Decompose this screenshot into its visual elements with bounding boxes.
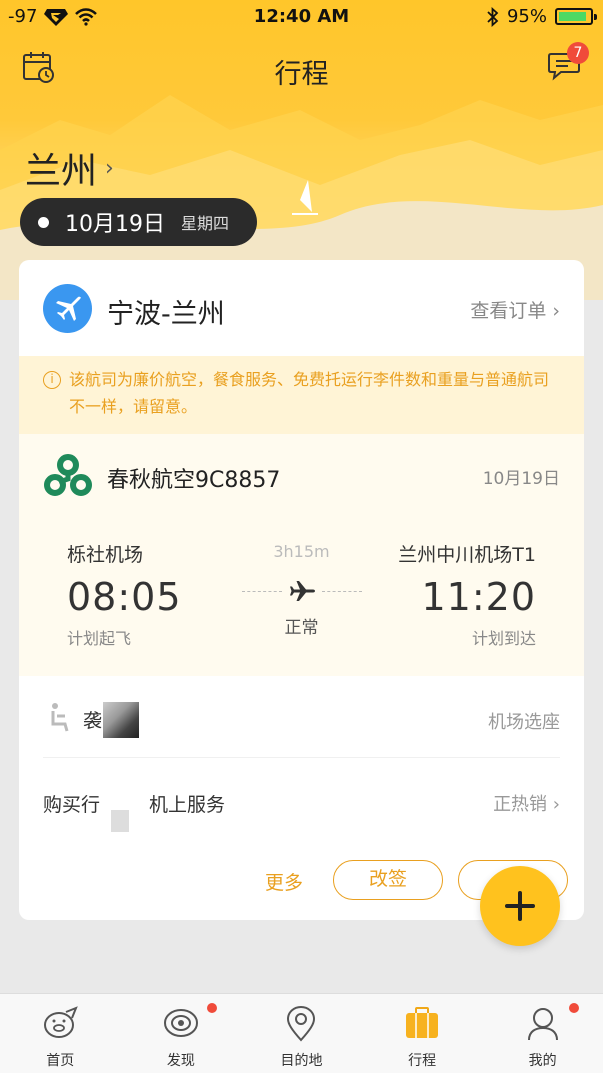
notification-dot bbox=[207, 1003, 218, 1013]
city-name: 兰州 bbox=[25, 151, 98, 192]
battery-percent: 95% bbox=[506, 6, 547, 27]
arrival-label: 计划到达 bbox=[471, 629, 536, 648]
tab-label: 首页 bbox=[46, 1053, 75, 1069]
page-title: 行程 bbox=[274, 59, 329, 90]
user-icon bbox=[527, 1008, 558, 1041]
airport-seat-selection: 机场选座 bbox=[488, 712, 560, 733]
tab-destination[interactable]: 目的地 bbox=[241, 994, 362, 1073]
info-icon: i bbox=[43, 371, 61, 389]
flight-date: 10月19日 bbox=[482, 469, 560, 489]
home-pig-icon bbox=[44, 1006, 79, 1038]
tab-label: 我的 bbox=[528, 1053, 557, 1069]
seat-row[interactable]: 袭 机场选座 bbox=[43, 678, 560, 758]
flight-details[interactable]: 春秋航空9C8857 10月19日 栎社机场 08:05 计划起飞 3h15m … bbox=[19, 434, 584, 676]
seat-row-label: 袭 bbox=[83, 710, 103, 732]
tab-trips[interactable]: 行程 bbox=[362, 994, 483, 1073]
flight-duration: 3h15m bbox=[273, 542, 330, 561]
location-pin-icon bbox=[287, 1006, 316, 1042]
view-order-label: 查看订单 bbox=[470, 300, 547, 322]
departure-label: 计划起飞 bbox=[67, 629, 132, 648]
tab-profile[interactable]: 我的 bbox=[482, 994, 603, 1073]
spring-airlines-logo-icon bbox=[44, 454, 92, 496]
hot-sale-link[interactable]: 正热销 › bbox=[493, 790, 560, 816]
tab-home[interactable]: 首页 bbox=[0, 994, 121, 1073]
tab-label: 目的地 bbox=[280, 1053, 323, 1069]
bluetooth-icon bbox=[487, 6, 499, 27]
message-badge: 7 bbox=[567, 42, 589, 64]
airline-flight-number: 春秋航空9C8857 bbox=[107, 468, 281, 493]
arrival-airport: 兰州中川机场T1 bbox=[398, 544, 536, 566]
low-cost-notice: i 该航司为廉价航空，餐食服务、免费托运行李件数和重量与普通航司不一样，请留意。 bbox=[19, 356, 584, 434]
chevron-right-icon: › bbox=[552, 300, 560, 322]
service-row-label-2: 机上服务 bbox=[149, 794, 226, 816]
more-button[interactable]: 更多 bbox=[265, 868, 303, 895]
tab-discover[interactable]: 发现 bbox=[121, 994, 242, 1073]
date-pill: 10月19日 星期四 bbox=[20, 198, 257, 246]
departure-time: 08:05 bbox=[67, 575, 182, 619]
nav-bar: 行程 7 bbox=[0, 42, 603, 94]
trip-weekday: 星期四 bbox=[181, 214, 230, 233]
arrival-time: 11:20 bbox=[421, 575, 536, 619]
change-ticket-button[interactable]: 改签 bbox=[333, 860, 443, 900]
status-bar: -97 12:40 AM 95% bbox=[0, 0, 603, 34]
view-order-link[interactable]: 查看订单 › bbox=[470, 296, 560, 323]
flight-status: 正常 bbox=[284, 618, 319, 638]
tab-label: 发现 bbox=[166, 1053, 195, 1069]
flight-path bbox=[229, 579, 374, 603]
trip-card: 宁波-兰州 查看订单 › i 该航司为廉价航空，餐食服务、免费托运行李件数和重量… bbox=[19, 260, 584, 920]
suitcase-icon bbox=[406, 1007, 439, 1038]
arrival-block: 兰州中川机场T1 11:20 计划到达 bbox=[398, 540, 536, 649]
messages-button[interactable]: 7 bbox=[547, 42, 589, 86]
seat-icon bbox=[51, 703, 69, 732]
notice-text: 该航司为廉价航空，餐食服务、免费托运行李件数和重量与普通航司不一样，请留意。 bbox=[69, 370, 550, 416]
blurred-region bbox=[103, 702, 139, 738]
city-selector[interactable]: 兰州 › bbox=[25, 142, 114, 194]
add-trip-button[interactable] bbox=[480, 866, 560, 946]
airplane-icon bbox=[55, 296, 81, 321]
departure-block: 栎社机场 08:05 计划起飞 bbox=[67, 540, 182, 649]
plus-icon bbox=[505, 891, 535, 921]
flight-middle: 3h15m 正常 bbox=[229, 542, 374, 638]
battery-icon bbox=[555, 8, 597, 25]
departure-airport: 栎社机场 bbox=[67, 544, 144, 566]
route-header[interactable]: 宁波-兰州 查看订单 › bbox=[19, 260, 584, 356]
tab-bar: 首页 发现 目的地 行程 我的 bbox=[0, 993, 603, 1073]
service-row-label: 购买行 bbox=[43, 794, 101, 816]
airplane-icon bbox=[289, 581, 315, 601]
status-right: 95% bbox=[487, 6, 597, 27]
airline-row: 春秋航空9C8857 10月19日 bbox=[19, 434, 584, 518]
blurred-region bbox=[111, 810, 129, 832]
hot-sale-label: 正热销 bbox=[493, 794, 548, 815]
route-name: 宁波-兰州 bbox=[107, 299, 225, 330]
chevron-right-icon: › bbox=[552, 794, 560, 815]
trip-date: 10月19日 bbox=[65, 212, 165, 237]
eye-icon bbox=[163, 1009, 198, 1037]
chevron-right-icon: › bbox=[105, 155, 114, 181]
service-row[interactable]: 购买行 机上服务 正热销 › bbox=[43, 760, 560, 840]
timeline-dot bbox=[38, 216, 49, 228]
flight-type-icon bbox=[43, 284, 92, 333]
notification-dot bbox=[569, 1003, 580, 1013]
tab-label: 行程 bbox=[408, 1053, 437, 1069]
